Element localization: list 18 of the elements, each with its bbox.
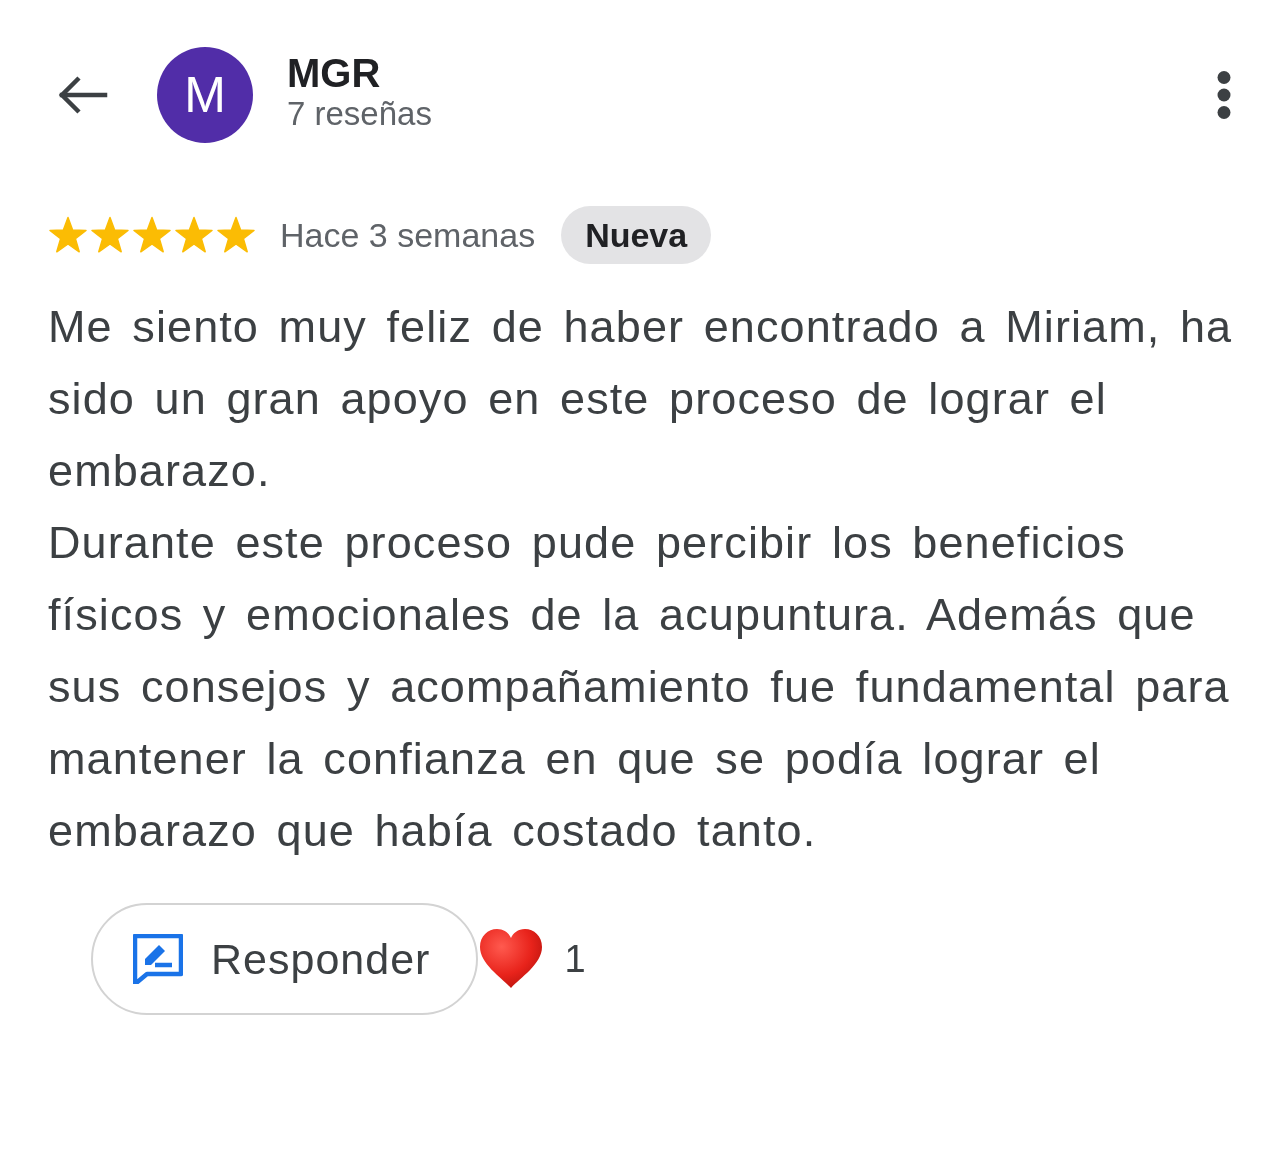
filled-star-icon [216, 216, 256, 254]
review-time: Hace 3 semanas [280, 214, 536, 256]
avatar: M [157, 47, 253, 143]
more-options-button[interactable] [1216, 70, 1232, 120]
filled-star-icon [48, 216, 88, 254]
reaction-count: 1 [564, 936, 586, 982]
filled-star-icon [132, 216, 172, 254]
filled-star-icon [90, 216, 130, 254]
new-label: Nueva [561, 206, 712, 264]
reply-button[interactable]: Responder [91, 903, 479, 1015]
heart-icon [478, 928, 545, 990]
review-count: 7 reseñas [287, 95, 432, 133]
reviewer-name: MGR [287, 51, 382, 96]
filled-star-icon [174, 216, 214, 254]
more-options-icon [1216, 70, 1232, 120]
review-text: Me siento muy feliz de haber encontrado a Miriam, ha sido un gran apoyo en este proceso de lograr el embarazo. [48, 300, 1234, 498]
reply-icon [133, 934, 183, 984]
review-text: Durante este proceso pude percibir los beneficios físicos y emocionales de la acupuntura. Además que sus consejos y acompañamiento fue fundamental para mantener la confianza en que se podía lograr el embarazo que había costado tanto. [48, 516, 1231, 858]
